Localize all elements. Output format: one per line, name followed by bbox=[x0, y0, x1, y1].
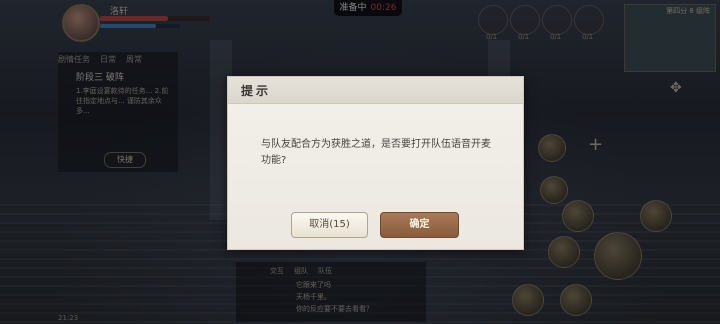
cancel-button[interactable]: 取消(15) bbox=[291, 212, 368, 238]
dialog-header: 提示 bbox=[228, 77, 523, 104]
dialog-message: 与队友配合方为获胜之道，是否要打开队伍语音开麦功能? bbox=[261, 139, 491, 166]
confirm-button[interactable]: 确定 bbox=[380, 212, 459, 238]
voice-prompt-dialog: 提示 与队友配合方为获胜之道，是否要打开队伍语音开麦功能? bbox=[227, 76, 524, 250]
dialog-title: 提示 bbox=[241, 84, 272, 98]
